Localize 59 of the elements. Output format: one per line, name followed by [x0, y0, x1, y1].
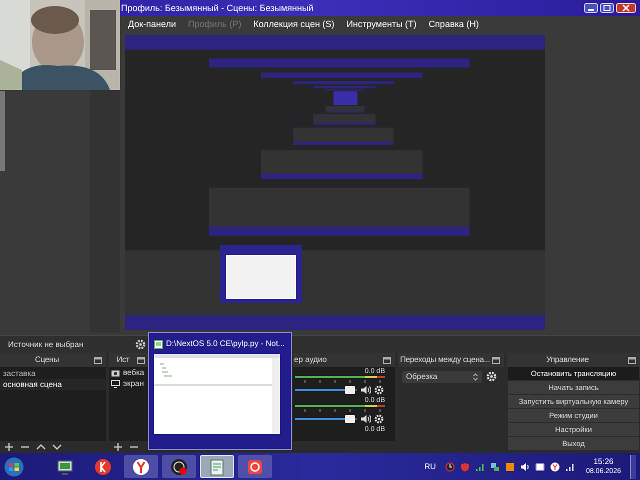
- camera-icon: [111, 370, 120, 376]
- dock-title: Сцены: [35, 354, 59, 366]
- speaker-icon[interactable]: [360, 385, 371, 395]
- source-item[interactable]: вебка: [123, 368, 144, 378]
- move-down-icon[interactable]: [52, 442, 62, 452]
- transition-dropdown[interactable]: Обрезка: [402, 371, 482, 383]
- taskbar-button[interactable]: [162, 455, 196, 478]
- start-button[interactable]: [4, 456, 24, 476]
- signal-bars-icon[interactable]: [564, 462, 575, 472]
- slider-thumb[interactable]: [344, 415, 355, 423]
- thumbnail-popup[interactable]: D:\NextOS 5.0 CE\pylp.py - Not...: [148, 332, 292, 450]
- settings-icon[interactable]: [374, 385, 384, 395]
- record-circle-icon: [169, 456, 189, 476]
- source-item[interactable]: экран: [123, 379, 144, 389]
- dock-title: Ист: [116, 354, 130, 366]
- settings-icon[interactable]: [135, 339, 146, 350]
- menu-item[interactable]: Инструменты (T): [346, 20, 417, 29]
- scene-item[interactable]: основная сцена: [0, 379, 106, 390]
- undock-icon[interactable]: [628, 357, 636, 364]
- spinner-icon: [473, 373, 478, 381]
- slider-thumb[interactable]: [344, 386, 355, 394]
- speaker-icon[interactable]: [520, 462, 530, 472]
- undock-icon[interactable]: [492, 357, 500, 364]
- dock-title: Управление: [546, 354, 589, 366]
- taskbar-button[interactable]: [238, 455, 272, 478]
- network-icon[interactable]: [490, 462, 500, 472]
- source-status: Источник не выбран: [8, 338, 84, 350]
- menu-item[interactable]: Коллекция сцен (S): [253, 20, 334, 29]
- window-title: Профиль: Безымянный - Сцены: Безымянный: [121, 4, 314, 12]
- shield-icon[interactable]: [460, 462, 470, 472]
- menu-item[interactable]: Справка (H): [428, 20, 479, 29]
- undock-icon[interactable]: [137, 357, 145, 364]
- show-desktop-button[interactable]: [630, 454, 636, 478]
- dock-title: Переходы между сцена...: [400, 354, 490, 366]
- undock-icon[interactable]: [94, 357, 102, 364]
- y-logo-icon[interactable]: [550, 462, 560, 472]
- speaker-icon[interactable]: [360, 414, 371, 424]
- add-icon[interactable]: [113, 442, 123, 452]
- settings-icon[interactable]: [374, 414, 384, 424]
- undock-icon[interactable]: [383, 357, 391, 364]
- minimize-button[interactable]: [584, 3, 598, 13]
- circle-logo-icon: [93, 456, 113, 476]
- menu-item[interactable]: Док-панели: [128, 20, 176, 29]
- clock-icon[interactable]: [444, 462, 455, 472]
- popup-title: D:\NextOS 5.0 CE\pylp.py - Not...: [166, 338, 285, 350]
- dock-title: ер аудио: [293, 354, 327, 366]
- time-text: 15:26: [593, 456, 614, 466]
- add-icon[interactable]: [4, 442, 14, 452]
- notepad-icon: [154, 340, 163, 348]
- maximize-button[interactable]: [600, 3, 614, 13]
- scene-item[interactable]: заставка: [0, 368, 106, 379]
- square-tray-icon[interactable]: [504, 462, 515, 472]
- language-indicator[interactable]: RU: [424, 460, 436, 472]
- y-logo-icon: [131, 456, 151, 476]
- signal-bars-icon[interactable]: [474, 462, 485, 472]
- move-up-icon[interactable]: [36, 442, 46, 452]
- settings-icon[interactable]: [486, 371, 497, 382]
- taskbar-button[interactable]: [124, 455, 158, 478]
- close-button[interactable]: [616, 3, 636, 13]
